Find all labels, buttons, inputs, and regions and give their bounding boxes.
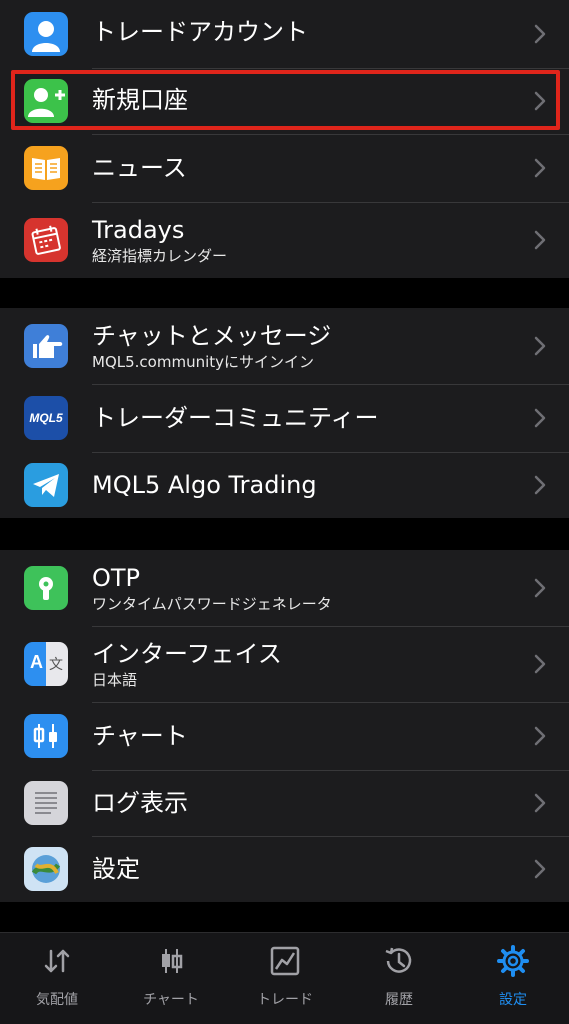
menu-item-subtitle: 経済指標カレンダー — [92, 247, 228, 265]
chevron-right-icon — [534, 408, 546, 428]
chevron-right-icon — [534, 475, 546, 495]
mql5-logo-text: MQL5 — [29, 411, 63, 425]
menu-item-mql5-algo-trading[interactable]: MQL5 Algo Trading — [0, 452, 569, 518]
chevron-right-icon — [534, 859, 546, 879]
chevron-right-icon — [534, 336, 546, 356]
trade-chart-icon — [270, 946, 300, 976]
tab-label: チャート — [143, 992, 199, 1008]
chevron-right-icon — [534, 654, 546, 674]
chevron-right-icon — [534, 578, 546, 598]
menu-item-label: チャート — [92, 722, 188, 750]
tab-settings[interactable]: 設定 — [456, 933, 569, 1024]
menu-item-interface[interactable]: A 文 インターフェイス 日本語 — [0, 626, 569, 702]
chevron-right-icon — [534, 24, 546, 44]
menu-item-label: ログ表示 — [92, 789, 188, 817]
translate-glyph-kanji: 文 — [49, 657, 63, 673]
candlestick-icon — [162, 949, 183, 973]
highlight-box — [11, 70, 560, 130]
translate-glyph-a: A — [30, 652, 43, 672]
menu-item-label: インターフェイス — [92, 640, 282, 668]
menu-item-trade-accounts[interactable]: トレードアカウント — [0, 0, 569, 68]
menu-item-label: トレードアカウント — [92, 18, 308, 46]
menu-item-trader-community[interactable]: MQL5 トレーダーコミュニティー — [0, 384, 569, 452]
tab-label: 設定 — [499, 992, 527, 1008]
tab-history[interactable]: 履歴 — [342, 933, 456, 1024]
settings-group-3: OTP ワンタイムパスワードジェネレータ A 文 インターフェイス 日本語 チャ… — [0, 550, 569, 902]
menu-item-subtitle: ワンタイムパスワードジェネレータ — [92, 595, 332, 613]
calendar-icon — [24, 218, 68, 262]
tab-label: トレード — [257, 992, 313, 1008]
document-icon — [24, 781, 68, 825]
menu-item-label: ニュース — [92, 154, 187, 182]
menu-item-news[interactable]: ニュース — [0, 134, 569, 202]
mql5-logo-icon: MQL5 — [24, 396, 68, 440]
menu-item-label: OTP — [92, 564, 141, 592]
menu-item-log-view[interactable]: ログ表示 — [0, 770, 569, 836]
menu-item-label: MQL5 Algo Trading — [92, 471, 317, 499]
menu-item-label: 設定 — [92, 855, 140, 883]
translate-icon: A 文 — [24, 642, 68, 686]
tab-chart[interactable]: チャート — [114, 933, 228, 1024]
telegram-icon — [24, 463, 68, 507]
settings-group-1: トレードアカウント 新規口座 ニュース Tradays 経済指標カレンダー — [0, 0, 569, 278]
menu-item-subtitle: 日本語 — [92, 671, 138, 689]
menu-item-label: チャットとメッセージ — [92, 322, 332, 350]
tab-label: 気配値 — [36, 992, 78, 1008]
tab-trade[interactable]: トレード — [228, 933, 342, 1024]
history-clock-icon — [385, 947, 412, 973]
chevron-right-icon — [534, 230, 546, 250]
menu-item-chart[interactable]: チャート — [0, 702, 569, 770]
menu-item-subtitle: MQL5.communityにサインイン — [92, 353, 315, 371]
mt-logo-icon — [24, 847, 68, 891]
book-icon — [24, 146, 68, 190]
menu-item-tradays[interactable]: Tradays 経済指標カレンダー — [0, 202, 569, 278]
tab-bar: 気配値 チャート トレード 履歴 設定 — [0, 932, 569, 1024]
settings-group-2: チャットとメッセージ MQL5.communityにサインイン MQL5 トレー… — [0, 308, 569, 518]
menu-item-otp[interactable]: OTP ワンタイムパスワードジェネレータ — [0, 550, 569, 626]
keyhole-icon — [24, 566, 68, 610]
menu-item-chat-messages[interactable]: チャットとメッセージ MQL5.communityにサインイン — [0, 308, 569, 384]
menu-item-label: Tradays — [92, 216, 185, 244]
person-icon — [24, 12, 68, 56]
chevron-right-icon — [534, 793, 546, 813]
menu-item-label: トレーダーコミュニティー — [92, 404, 379, 432]
tab-quotes[interactable]: 気配値 — [0, 933, 114, 1024]
candlestick-icon — [24, 714, 68, 758]
menu-item-settings[interactable]: 設定 — [0, 836, 569, 902]
tab-label: 履歴 — [385, 992, 413, 1008]
chevron-right-icon — [534, 158, 546, 178]
chevron-right-icon — [534, 726, 546, 746]
quotes-arrows-icon — [44, 949, 70, 973]
pointing-hand-icon — [24, 324, 68, 368]
gear-icon — [497, 945, 529, 977]
